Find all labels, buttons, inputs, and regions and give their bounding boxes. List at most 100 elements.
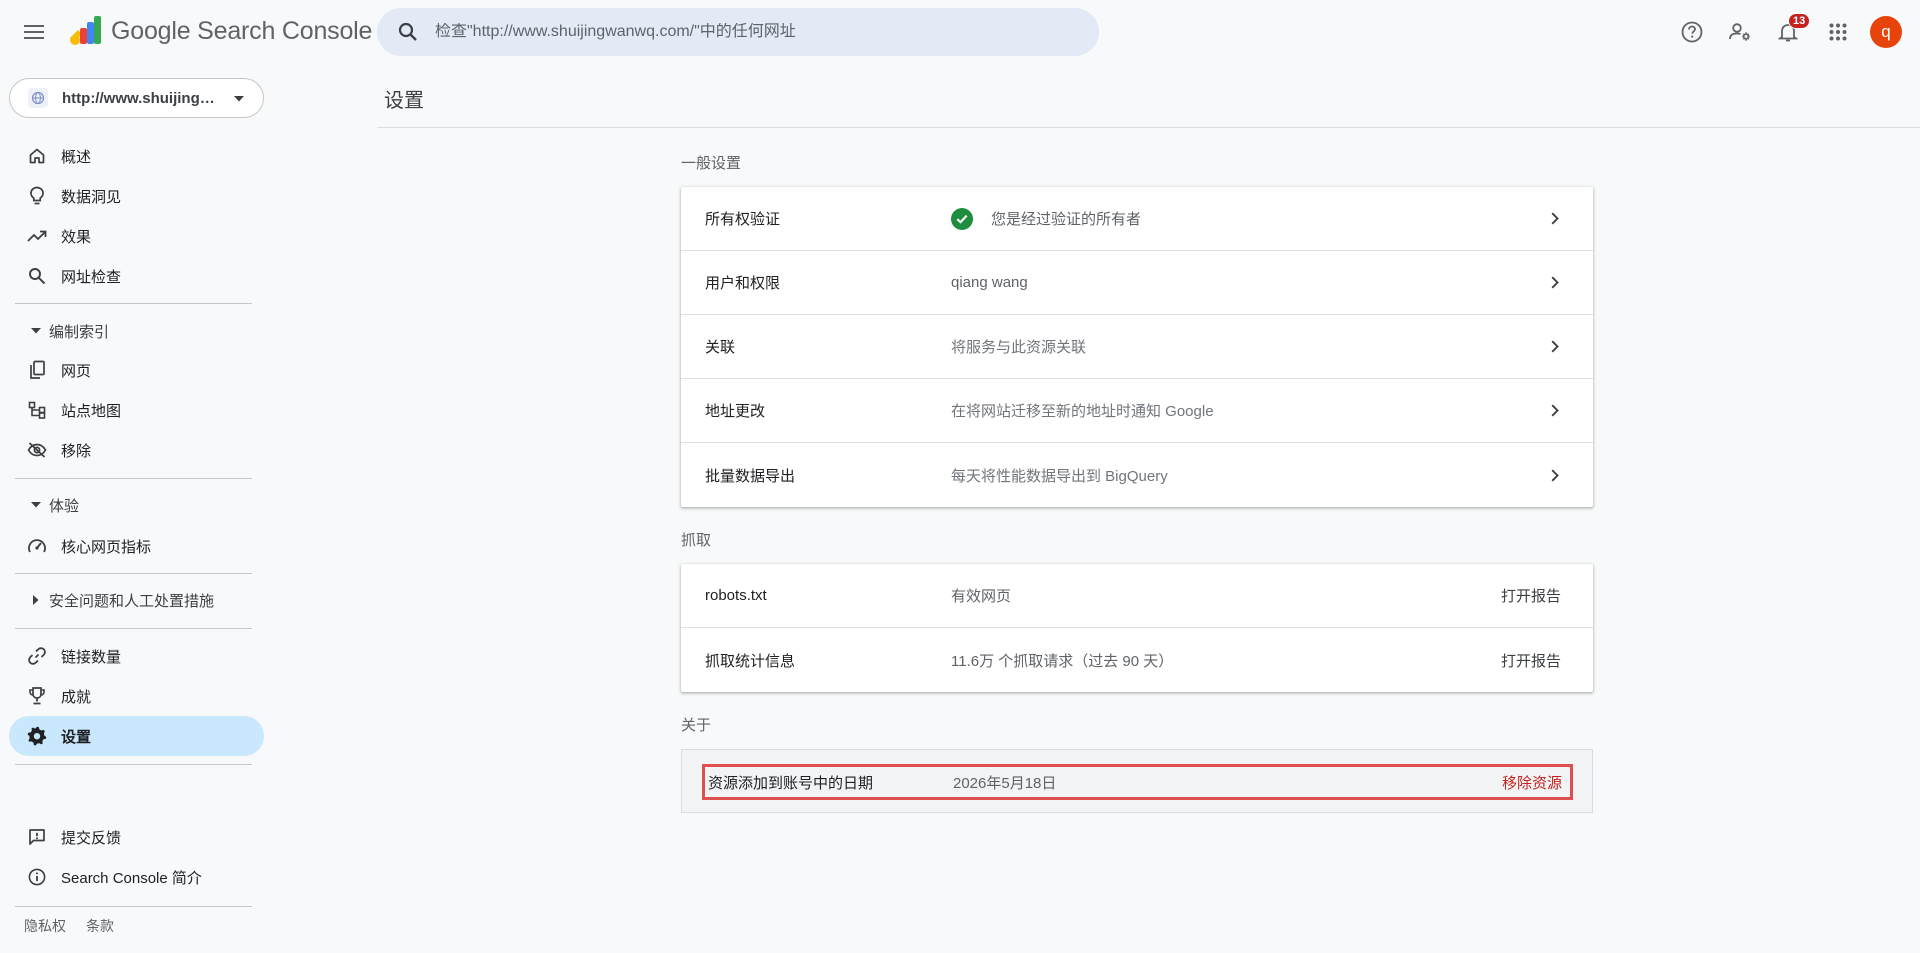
highlighted-property-added-row: 资源添加到账号中的日期 2026年5月18日 移除资源	[702, 764, 1573, 800]
row-value: 在将网站迁移至新的地址时通知 Google	[951, 403, 1214, 420]
nav-divider	[15, 628, 252, 629]
pages-icon	[25, 358, 49, 382]
sidebar-footer: 隐私权 条款	[24, 916, 114, 936]
nav-url-inspection[interactable]: 网址检查	[9, 256, 264, 296]
nav-core-web-vitals[interactable]: 核心网页指标	[9, 526, 264, 566]
url-inspection-search[interactable]	[377, 8, 1099, 56]
nav-divider	[15, 573, 252, 574]
nav-label: 网址检查	[61, 268, 122, 286]
chevron-right-icon	[1545, 465, 1565, 485]
nav-divider	[15, 478, 252, 479]
nav-section-label: 安全问题和人工处置措施	[49, 592, 215, 610]
title-divider	[377, 127, 1920, 128]
section-label-general: 一般设置	[681, 155, 742, 172]
nav-label: 移除	[61, 442, 92, 460]
nav-section-label: 体验	[49, 497, 80, 515]
nav-label: 数据洞见	[61, 188, 122, 206]
nav-label: 效果	[61, 228, 92, 246]
nav-divider	[15, 906, 252, 907]
chevron-right-icon	[1545, 273, 1565, 293]
feedback-icon	[25, 825, 49, 849]
open-report-button[interactable]: 打开报告	[1501, 650, 1561, 671]
trending-up-icon	[25, 224, 49, 248]
caret-down-icon	[29, 502, 43, 508]
info-icon	[25, 865, 49, 889]
nav-section-experience[interactable]: 体验	[9, 487, 264, 523]
nav-divider	[15, 303, 252, 304]
trophy-icon	[25, 684, 49, 708]
nav-divider	[15, 764, 252, 765]
row-label: 所有权验证	[705, 211, 781, 228]
nav-feedback[interactable]: 提交反馈	[9, 817, 264, 857]
nav-insights[interactable]: 数据洞见	[9, 176, 264, 216]
nav-removals[interactable]: 移除	[9, 430, 264, 470]
nav-performance[interactable]: 效果	[9, 216, 264, 256]
about-card: 资源添加到账号中的日期 2026年5月18日 移除资源	[681, 749, 1593, 813]
page-title: 设置	[384, 90, 424, 112]
nav-section-indexing[interactable]: 编制索引	[9, 313, 264, 349]
speed-gauge-icon	[25, 534, 49, 558]
nav-label: 核心网页指标	[61, 538, 152, 556]
open-report-button[interactable]: 打开报告	[1501, 585, 1561, 606]
remove-property-button[interactable]: 移除资源	[1502, 772, 1562, 793]
help-icon[interactable]	[1676, 16, 1708, 48]
top-app-bar: Google Search Console 13 q	[0, 0, 1920, 64]
search-console-logo[interactable]: Google Search Console	[68, 16, 372, 46]
chevron-right-icon	[1545, 209, 1565, 229]
users-permissions-row[interactable]: 用户和权限 qiang wang	[681, 251, 1593, 315]
search-input[interactable]	[435, 23, 1075, 41]
row-value: 2026年5月18日	[953, 774, 1057, 792]
dropdown-arrow-icon	[234, 89, 244, 107]
row-value: 您是经过验证的所有者	[951, 207, 1142, 230]
caret-right-icon	[29, 595, 43, 605]
ownership-verification-row[interactable]: 所有权验证 您是经过验证的所有者	[681, 187, 1593, 251]
property-selector[interactable]: http://www.shuijingwanwq.com/	[9, 78, 264, 118]
nav-overview[interactable]: 概述	[9, 136, 264, 176]
nav-achievements[interactable]: 成就	[9, 676, 264, 716]
sitemap-icon	[25, 398, 49, 422]
nav-label: 链接数量	[61, 648, 122, 666]
google-apps-icon[interactable]	[1822, 16, 1854, 48]
nav-label: 网页	[61, 362, 92, 380]
row-value: 每天将性能数据导出到 BigQuery	[951, 467, 1168, 485]
nav-label: 概述	[61, 148, 92, 166]
notifications-icon[interactable]: 13	[1772, 13, 1811, 48]
section-label-about: 关于	[681, 717, 712, 734]
row-value: 将服务与此资源关联	[951, 339, 1087, 356]
search-icon[interactable]	[395, 19, 421, 45]
home-icon	[25, 144, 49, 168]
nav-label: 成就	[61, 688, 92, 706]
row-label: 批量数据导出	[705, 467, 796, 485]
manage-users-icon[interactable]	[1724, 16, 1756, 48]
search-console-logo-icon	[70, 16, 101, 45]
gear-icon	[25, 724, 49, 748]
associations-row[interactable]: 关联 将服务与此资源关联	[681, 315, 1593, 379]
change-of-address-row[interactable]: 地址更改 在将网站迁移至新的地址时通知 Google	[681, 379, 1593, 443]
nav-pages[interactable]: 网页	[9, 350, 264, 390]
general-settings-card: 所有权验证 您是经过验证的所有者 用户和权限 qiang wang 关联 将服务…	[681, 187, 1593, 507]
crawl-stats-row: 抓取统计信息 11.6万 个抓取请求（过去 90 天） 打开报告	[681, 628, 1593, 692]
search-icon	[25, 264, 49, 288]
ownership-status: 您是经过验证的所有者	[991, 211, 1142, 228]
bulk-data-export-row[interactable]: 批量数据导出 每天将性能数据导出到 BigQuery	[681, 443, 1593, 507]
nav-label: 提交反馈	[61, 829, 122, 847]
row-label: 用户和权限	[705, 275, 781, 292]
notification-count-badge: 13	[1788, 13, 1811, 29]
robots-txt-row: robots.txt 有效网页 打开报告	[681, 564, 1593, 628]
nav-sitemaps[interactable]: 站点地图	[9, 390, 264, 430]
nav-about-search-console[interactable]: Search Console 简介	[9, 857, 264, 897]
crawl-settings-card: robots.txt 有效网页 打开报告 抓取统计信息 11.6万 个抓取请求（…	[681, 564, 1593, 692]
hamburger-menu-icon[interactable]	[20, 17, 50, 47]
check-circle-icon	[951, 207, 973, 230]
nav-label: Search Console 简介	[61, 869, 202, 887]
nav-section-security[interactable]: 安全问题和人工处置措施	[9, 582, 264, 618]
terms-link[interactable]: 条款	[86, 916, 114, 936]
row-label: 关联	[705, 339, 736, 356]
nav-settings[interactable]: 设置	[9, 716, 264, 756]
lightbulb-icon	[25, 184, 49, 208]
privacy-link[interactable]: 隐私权	[24, 916, 66, 936]
account-avatar[interactable]: q	[1870, 16, 1902, 48]
nav-links[interactable]: 链接数量	[9, 636, 264, 676]
property-url: http://www.shuijingwanwq.com/	[62, 89, 226, 107]
row-label: 资源添加到账号中的日期	[708, 774, 874, 792]
